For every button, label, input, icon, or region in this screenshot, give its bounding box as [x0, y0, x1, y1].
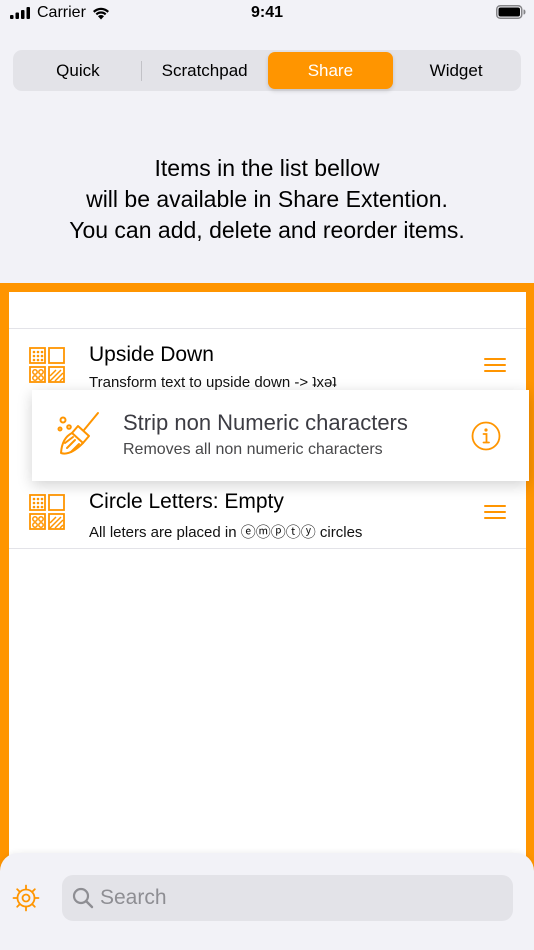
list-item-title: Circle Letters: Empty: [89, 490, 284, 513]
tab-widget[interactable]: Widget: [393, 52, 519, 89]
dragging-item-subtitle: Removes all non numeric characters: [123, 441, 383, 458]
list-separator: [9, 548, 526, 549]
mode-segmented-control: Quick Scratchpad Share Widget: [13, 50, 521, 91]
reorder-handle-icon[interactable]: [484, 357, 506, 373]
instructions-text: Items in the list bellow will be availab…: [0, 153, 534, 246]
status-bar: Carrier 9:41: [0, 0, 534, 28]
search-field[interactable]: [62, 875, 513, 921]
tab-scratchpad[interactable]: Scratchpad: [142, 52, 268, 89]
dragging-list-item[interactable]: Strip non Numeric characters Removes all…: [32, 390, 529, 481]
list-item-subtitle: All leters are placed in ⓔⓜⓟⓣⓨ circles: [89, 524, 363, 541]
list-item[interactable]: Circle Letters: Empty All leters are pla…: [9, 476, 526, 548]
search-input[interactable]: [100, 875, 500, 921]
bottom-toolbar: [0, 853, 534, 950]
dragging-item-title: Strip non Numeric characters: [123, 410, 408, 435]
broom-icon: [57, 412, 99, 455]
info-icon[interactable]: [471, 421, 501, 451]
tab-quick[interactable]: Quick: [15, 52, 141, 89]
instructions-line-2: will be available in Share Extention.: [86, 186, 448, 212]
status-time: 9:41: [250, 4, 284, 21]
instructions-line-3: You can add, delete and reorder items.: [69, 217, 465, 243]
reorder-handle-icon[interactable]: [484, 504, 506, 520]
list-item-title: Upside Down: [89, 343, 214, 366]
grid-pattern-icon: [29, 494, 65, 530]
battery-icon: [496, 5, 526, 24]
tab-share[interactable]: Share: [267, 52, 394, 89]
search-icon: [72, 887, 94, 909]
list-item-subtitle: Transform text to upside down -> ʇxǝʇ: [89, 374, 337, 391]
instructions-line-1: Items in the list bellow: [154, 155, 380, 181]
gear-icon[interactable]: [12, 884, 40, 912]
grid-pattern-icon: [29, 347, 65, 383]
